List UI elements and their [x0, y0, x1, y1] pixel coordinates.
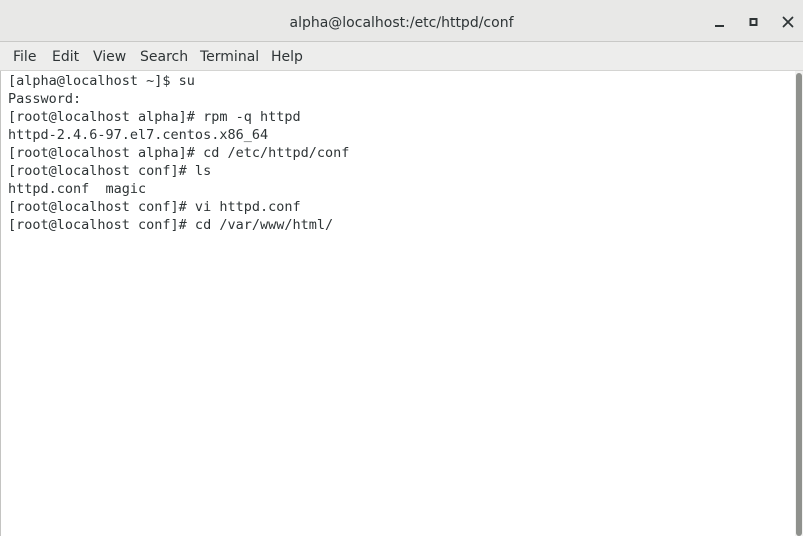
- menu-file[interactable]: File: [13, 42, 36, 71]
- menu-edit[interactable]: Edit: [52, 42, 79, 71]
- terminal-line: Password:: [8, 91, 82, 107]
- terminal-line: [root@localhost alpha]# cd /etc/httpd/co…: [8, 145, 350, 161]
- vertical-scrollbar[interactable]: [795, 71, 803, 536]
- terminal-line: [root@localhost conf]# vi httpd.conf: [8, 199, 301, 215]
- maximize-icon: [743, 11, 765, 33]
- terminal-line: [alpha@localhost ~]$ su: [8, 73, 195, 89]
- terminal-line: [root@localhost conf]# cd /var/www/html/: [8, 217, 334, 233]
- menu-search[interactable]: Search: [140, 42, 188, 71]
- minimize-button[interactable]: [709, 11, 731, 33]
- close-button[interactable]: [777, 11, 799, 33]
- window-title: alpha@localhost:/etc/httpd/conf: [289, 15, 514, 31]
- scrollbar-thumb[interactable]: [796, 73, 802, 536]
- maximize-button[interactable]: [743, 11, 765, 33]
- menu-terminal[interactable]: Terminal: [200, 42, 259, 71]
- terminal-line: httpd-2.4.6-97.el7.centos.x86_64: [8, 127, 269, 143]
- terminal-output[interactable]: [alpha@localhost ~]$ su Password: [root@…: [0, 71, 795, 536]
- terminal-line: httpd.conf magic: [8, 181, 147, 197]
- title-bar[interactable]: alpha@localhost:/etc/httpd/conf: [0, 0, 803, 42]
- minimize-icon: [709, 11, 731, 33]
- terminal-window: alpha@localhost:/etc/httpd/conf File Edi…: [0, 0, 803, 536]
- menu-view[interactable]: View: [93, 42, 126, 71]
- terminal-line: [root@localhost alpha]# rpm -q httpd: [8, 109, 301, 125]
- close-icon: [777, 11, 799, 33]
- terminal-line: [root@localhost conf]# ls: [8, 163, 212, 179]
- menu-help[interactable]: Help: [271, 42, 303, 71]
- menu-bar: File Edit View Search Terminal Help: [0, 42, 803, 71]
